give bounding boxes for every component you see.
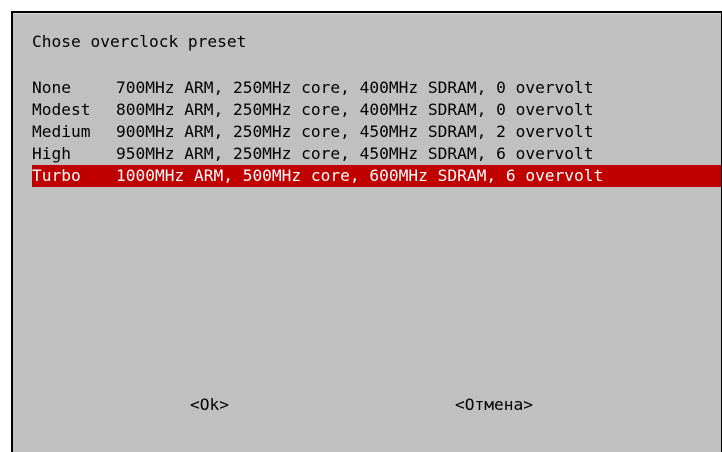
overclock-dialog: Chose overclock preset None 700MHz ARM, 2…: [11, 11, 722, 452]
preset-menu: None 700MHz ARM, 250MHz core, 400MHz SDRA…: [32, 77, 721, 187]
menu-item-name: None: [32, 78, 71, 97]
menu-item-turbo[interactable]: Turbo 1000MHz ARM, 500MHz core, 600MHz SD…: [32, 165, 721, 187]
ok-button[interactable]: <Ok>: [190, 394, 229, 416]
menu-item-description: 900MHz ARM, 250MHz core, 450MHz SDRAM, 2…: [116, 122, 594, 141]
menu-item-description: 950MHz ARM, 250MHz core, 450MHz SDRAM, 6…: [116, 144, 594, 163]
menu-item-name: High: [32, 144, 71, 163]
menu-item-description: 800MHz ARM, 250MHz core, 400MHz SDRAM, 0…: [116, 100, 594, 119]
terminal-screen: Chose overclock preset None 700MHz ARM, 2…: [0, 0, 722, 452]
dialog-title: Chose overclock preset: [32, 32, 247, 51]
menu-item-description: 1000MHz ARM, 500MHz core, 600MHz SDRAM, …: [116, 166, 604, 185]
menu-item-high[interactable]: High 950MHz ARM, 250MHz core, 450MHz SDRA…: [32, 143, 721, 165]
menu-item-medium[interactable]: Medium 900MHz ARM, 250MHz core, 450MHz SD…: [32, 121, 721, 143]
menu-item-name: Medium: [32, 122, 91, 141]
cancel-button[interactable]: <Отмена>: [455, 394, 533, 416]
menu-item-none[interactable]: None 700MHz ARM, 250MHz core, 400MHz SDRA…: [32, 77, 721, 99]
menu-item-modest[interactable]: Modest 800MHz ARM, 250MHz core, 400MHz SD…: [32, 99, 721, 121]
menu-item-name: Modest: [32, 100, 91, 119]
menu-item-description: 700MHz ARM, 250MHz core, 400MHz SDRAM, 0…: [116, 78, 594, 97]
menu-item-name: Turbo: [32, 166, 81, 185]
